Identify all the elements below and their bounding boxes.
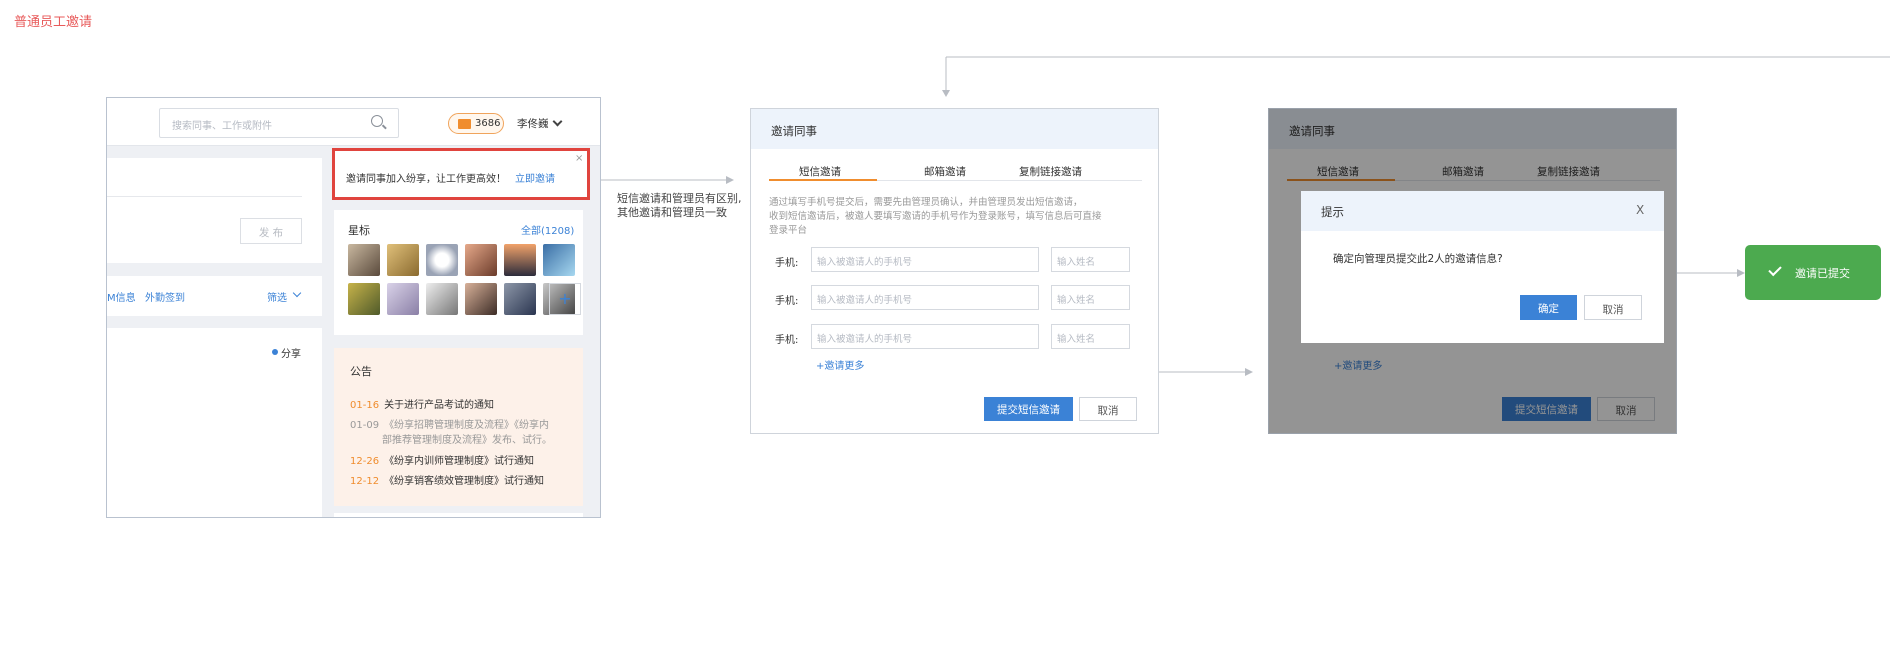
- tab-copy-link[interactable]: 复制链接邀请: [1019, 164, 1082, 179]
- annotation-line: 其他邀请和管理员一致: [617, 206, 727, 219]
- phone-input[interactable]: 输入被邀请人的手机号: [811, 324, 1039, 349]
- description-line: 登录平台: [769, 225, 808, 236]
- notice-text: 《纷享销客绩效管理制度》试行通知: [384, 476, 545, 487]
- page-label: 普通员工邀请: [14, 15, 93, 30]
- phone-label: 手机:: [775, 335, 799, 346]
- invite-now-link[interactable]: 立即邀请: [515, 170, 555, 185]
- tab-sms[interactable]: 短信邀请: [799, 164, 841, 179]
- message-badge[interactable]: 3686: [448, 113, 504, 134]
- starred-title: 星标: [348, 224, 370, 237]
- invite-description: 通过填写手机号提交后，需要先由管理员确认，并由管理员发出短信邀请， 收到短信邀请…: [769, 196, 1144, 238]
- mail-icon: [458, 119, 471, 129]
- confirm-cancel-button[interactable]: 取消: [1584, 295, 1642, 320]
- notice-title: 公告: [350, 365, 372, 378]
- cancel-button[interactable]: 取消: [1079, 397, 1137, 421]
- feed-compose-card: 发 布: [107, 158, 322, 263]
- add-star-button[interactable]: +: [549, 283, 581, 315]
- notice-text-continued: 部推荐管理制度及流程》发布、试行。: [382, 435, 552, 446]
- invite-banner-text: 邀请同事加入纷享，让工作更高效！: [346, 174, 506, 185]
- phone-label: 手机:: [775, 258, 799, 269]
- chevron-down-icon: [292, 288, 302, 298]
- chevron-down-icon[interactable]: [552, 116, 563, 127]
- avatar[interactable]: [543, 244, 575, 276]
- avatar[interactable]: [504, 283, 536, 315]
- notice-date: 01-16: [350, 400, 380, 411]
- arrowhead-right-2: [1245, 368, 1253, 376]
- tab-email[interactable]: 邮箱邀请: [924, 164, 966, 179]
- dialog-header: 邀请同事: [751, 109, 1158, 149]
- description-line: 通过填写手机号提交后，需要先由管理员确认，并由管理员发出短信邀请，: [769, 197, 1083, 208]
- confirm-title: 提示: [1321, 205, 1344, 219]
- next-card-edge: [334, 513, 583, 517]
- notice-card: 公告 01-16 关于进行产品考试的通知 01-09 《纷享招聘管理制度及流程》《纷…: [334, 348, 583, 506]
- arrowhead-right-1: [726, 176, 734, 184]
- avatar[interactable]: [348, 283, 380, 315]
- close-icon[interactable]: ×: [575, 153, 583, 164]
- filter-button[interactable]: 筛选: [267, 289, 287, 304]
- user-name[interactable]: 李佟巍: [517, 116, 549, 131]
- name-input[interactable]: 输入姓名: [1051, 285, 1130, 310]
- arrowhead-right-3: [1737, 269, 1745, 277]
- phone-input[interactable]: 输入被邀请人的手机号: [811, 285, 1039, 310]
- app-header: 搜索同事、工作或附件 3686 李佟巍: [107, 98, 600, 146]
- search-icon[interactable]: [371, 115, 383, 127]
- notice-text: 《纷享招聘管理制度及流程》《纷享内: [384, 420, 550, 431]
- filter-link-checkin[interactable]: 外勤签到: [145, 289, 185, 304]
- arrowhead-down: [942, 90, 950, 97]
- starred-all-link[interactable]: 全部(1208): [521, 222, 574, 237]
- publish-button[interactable]: 发 布: [240, 218, 302, 244]
- avatar[interactable]: [426, 244, 458, 276]
- annotation-line: 短信邀请和管理员有区别,: [617, 192, 742, 205]
- submit-sms-invite-button[interactable]: 提交短信邀请: [984, 397, 1073, 421]
- tab-active-indicator: [769, 179, 877, 181]
- avatar[interactable]: [465, 283, 497, 315]
- dialog-title: 邀请同事: [771, 124, 817, 138]
- invite-dialog: 邀请同事 短信邀请 邮箱邀请 复制链接邀请 通过填写手机号提交后，需要先由管理员…: [750, 108, 1159, 434]
- phone-input[interactable]: 输入被邀请人的手机号: [811, 247, 1039, 272]
- close-icon[interactable]: X: [1636, 203, 1644, 217]
- notice-date: 12-12: [350, 476, 380, 487]
- avatar[interactable]: [465, 244, 497, 276]
- flow-annotation: 短信邀请和管理员有区别, 其他邀请和管理员一致: [617, 192, 742, 220]
- invite-more-link[interactable]: +邀请更多: [816, 357, 864, 372]
- toast-text: 邀请已提交: [1795, 267, 1850, 280]
- notice-item[interactable]: 01-09 《纷享招聘管理制度及流程》《纷享内: [350, 416, 549, 431]
- notice-item[interactable]: 01-16 关于进行产品考试的通知: [350, 396, 494, 411]
- notice-date: 01-09: [350, 420, 380, 431]
- notice-text: 《纷享内训师管理制度》试行通知: [384, 456, 535, 467]
- notice-date: 12-26: [350, 456, 380, 467]
- avatar[interactable]: [426, 283, 458, 315]
- avatar[interactable]: [387, 244, 419, 276]
- divider: [107, 196, 302, 197]
- name-input[interactable]: 输入姓名: [1051, 247, 1130, 272]
- share-label[interactable]: 分享: [281, 345, 301, 360]
- avatar[interactable]: [504, 244, 536, 276]
- avatar[interactable]: [348, 244, 380, 276]
- feed-filter-bar: M信息 外勤签到 筛选: [107, 276, 322, 316]
- confirm-ok-button[interactable]: 确定: [1520, 295, 1577, 320]
- name-input[interactable]: 输入姓名: [1051, 324, 1130, 349]
- confirm-dialog: 提示 X 确定向管理员提交此2人的邀请信息? 确定 取消: [1301, 191, 1664, 343]
- filter-link-info[interactable]: M信息: [107, 289, 136, 304]
- starred-card: 星标 全部(1208) +: [334, 210, 583, 335]
- confirm-message: 确定向管理员提交此2人的邀请信息?: [1333, 253, 1503, 265]
- invite-banner: 邀请同事加入纷享，让工作更高效！ 立即邀请 ×: [332, 148, 590, 200]
- phone-label: 手机:: [775, 296, 799, 307]
- feed-card: 分享: [107, 328, 322, 517]
- app-screenshot: 搜索同事、工作或附件 3686 李佟巍 发 布 M信息 外勤签到 筛选 分享 邀…: [106, 97, 601, 518]
- confirm-header: 提示 X: [1301, 191, 1664, 231]
- description-line: 收到短信邀请后，被邀人要填写邀请的手机号作为登录账号，填写信息后可直接: [769, 211, 1102, 222]
- success-toast: 邀请已提交: [1745, 245, 1881, 300]
- share-dot-icon: [272, 349, 278, 355]
- invite-dialog-dimmed: 邀请同事 短信邀请 邮箱邀请 复制链接邀请 +邀请更多 提交短信邀请 取消 提示…: [1268, 108, 1677, 434]
- check-icon: [1768, 262, 1782, 277]
- avatar[interactable]: [387, 283, 419, 315]
- search-input[interactable]: 搜索同事、工作或附件: [159, 108, 399, 138]
- notice-item[interactable]: 12-12 《纷享销客绩效管理制度》试行通知: [350, 472, 544, 487]
- notice-text: 关于进行产品考试的通知: [384, 400, 495, 411]
- notice-item[interactable]: 12-26 《纷享内训师管理制度》试行通知: [350, 452, 534, 467]
